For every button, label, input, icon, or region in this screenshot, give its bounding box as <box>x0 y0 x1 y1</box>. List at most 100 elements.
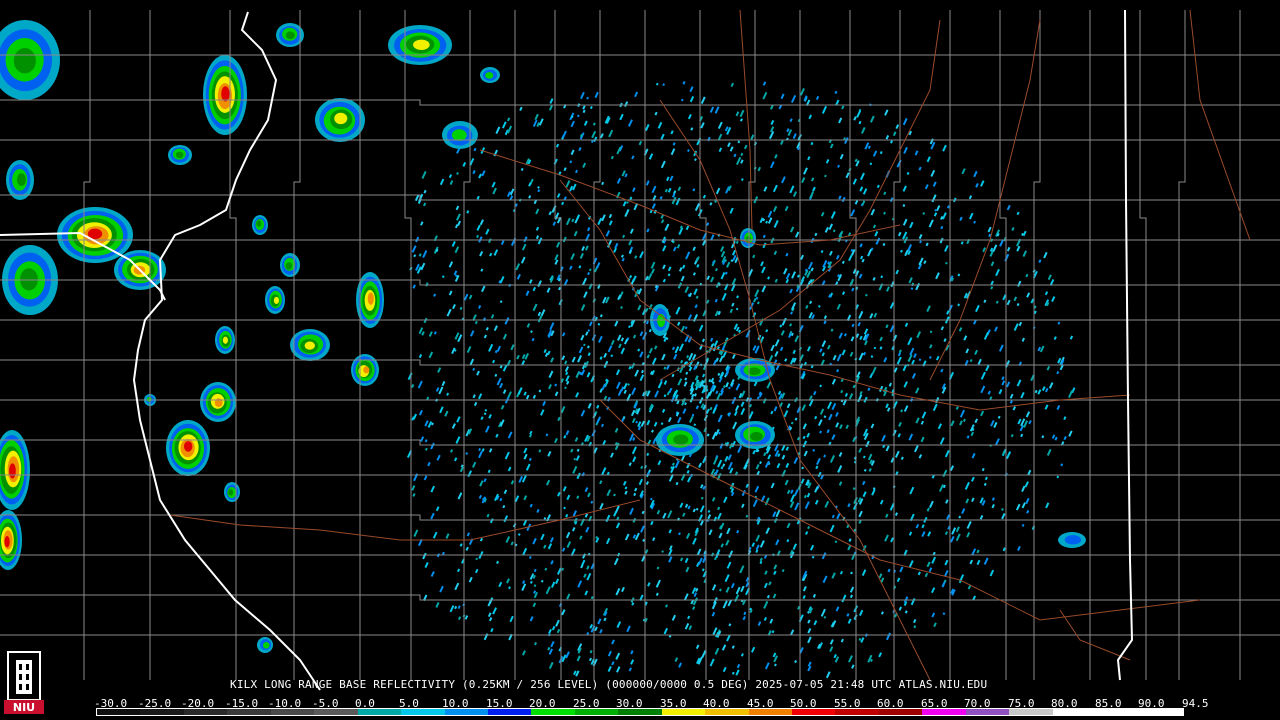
clutter-echo <box>957 273 961 277</box>
clutter-echo <box>522 580 526 584</box>
clutter-echo <box>487 612 492 618</box>
clutter-echo <box>624 533 630 541</box>
clutter-echo <box>845 172 850 179</box>
clutter-echo <box>407 372 413 381</box>
radar-display: NIU KILX LONG RANGE BASE REFLECTIVITY (0… <box>0 0 1280 720</box>
clutter-echo <box>502 333 508 340</box>
clutter-echo <box>611 639 615 645</box>
clutter-echo <box>592 257 598 265</box>
clutter-echo <box>578 265 582 269</box>
clutter-echo <box>781 454 786 460</box>
clutter-echo <box>914 150 919 156</box>
clutter-echo <box>735 307 739 311</box>
clutter-echo <box>913 353 917 358</box>
clutter-echo <box>926 156 931 163</box>
clutter-echo <box>422 250 428 259</box>
clutter-echo <box>770 482 775 489</box>
clutter-echo <box>859 172 865 181</box>
clutter-echo <box>980 180 985 187</box>
clutter-echo <box>472 394 476 399</box>
clutter-echo <box>998 344 1004 352</box>
clutter-echo <box>763 452 767 457</box>
clutter-echo <box>608 213 613 219</box>
clutter-echo <box>883 191 887 196</box>
clutter-echo <box>870 423 875 429</box>
clutter-echo <box>826 344 831 350</box>
clutter-echo <box>714 106 720 114</box>
clutter-echo <box>575 370 581 379</box>
clutter-echo <box>561 567 565 571</box>
clutter-echo <box>922 360 927 367</box>
clutter-echo <box>908 560 914 568</box>
clutter-echo <box>452 304 456 310</box>
colorbar-swatch <box>97 709 141 715</box>
colorbar-swatch <box>1096 709 1140 715</box>
clutter-echo <box>839 424 843 430</box>
clutter-echo <box>588 515 593 522</box>
clutter-echo <box>879 336 883 342</box>
clutter-echo <box>615 522 621 529</box>
clutter-echo <box>776 462 781 469</box>
clutter-echo <box>690 127 694 131</box>
clutter-echo <box>717 459 723 468</box>
clutter-echo <box>565 375 570 382</box>
clutter-echo <box>430 442 435 450</box>
clutter-echo <box>1044 291 1049 296</box>
clutter-echo <box>831 434 836 441</box>
clutter-echo <box>566 494 571 501</box>
clutter-echo <box>794 660 798 664</box>
clutter-echo <box>720 466 724 470</box>
clutter-echo <box>829 639 834 645</box>
clutter-echo <box>502 389 507 394</box>
clutter-echo <box>672 246 677 252</box>
clutter-echo <box>586 565 590 570</box>
clutter-echo <box>624 173 628 178</box>
clutter-echo <box>718 147 723 153</box>
clutter-echo <box>532 303 538 312</box>
clutter-echo <box>571 527 576 532</box>
colorbar-swatch <box>270 709 315 715</box>
clutter-echo <box>662 264 666 270</box>
clutter-echo <box>520 167 524 172</box>
clutter-echo <box>549 322 555 331</box>
clutter-echo <box>628 462 632 467</box>
storm-cell-layer <box>13 48 36 74</box>
clutter-echo <box>700 496 704 500</box>
clutter-echo <box>885 445 890 452</box>
clutter-echo <box>741 503 745 508</box>
clutter-echo <box>645 320 650 325</box>
clutter-echo <box>667 510 673 519</box>
clutter-echo <box>685 566 690 573</box>
clutter-echo <box>634 369 640 377</box>
clutter-echo <box>493 325 498 332</box>
clutter-echo <box>987 226 992 233</box>
clutter-echo <box>692 606 696 611</box>
clutter-echo <box>454 582 460 591</box>
clutter-echo <box>851 323 855 328</box>
clutter-echo <box>807 526 811 530</box>
clutter-echo <box>802 435 806 440</box>
clutter-echo <box>829 524 835 533</box>
clutter-echo <box>650 520 654 526</box>
clutter-echo <box>831 514 835 519</box>
clutter-echo <box>840 389 844 394</box>
clutter-echo <box>489 518 494 524</box>
clutter-echo <box>920 420 925 425</box>
clutter-echo <box>502 365 508 372</box>
clutter-echo <box>657 460 662 466</box>
clutter-echo <box>601 467 607 476</box>
clutter-echo <box>532 537 537 545</box>
clutter-echo <box>781 469 787 477</box>
clutter-echo <box>740 401 745 407</box>
clutter-echo <box>451 240 456 247</box>
clutter-echo <box>924 184 929 190</box>
clutter-echo <box>902 218 908 226</box>
clutter-echo <box>695 405 700 410</box>
clutter-echo <box>503 489 508 495</box>
clutter-echo <box>457 220 462 226</box>
county-boundaries <box>0 10 1280 680</box>
storm-cell-layer <box>747 367 761 376</box>
colorbar-swatch <box>792 709 836 715</box>
clutter-echo <box>828 223 834 231</box>
clutter-echo <box>915 387 920 394</box>
